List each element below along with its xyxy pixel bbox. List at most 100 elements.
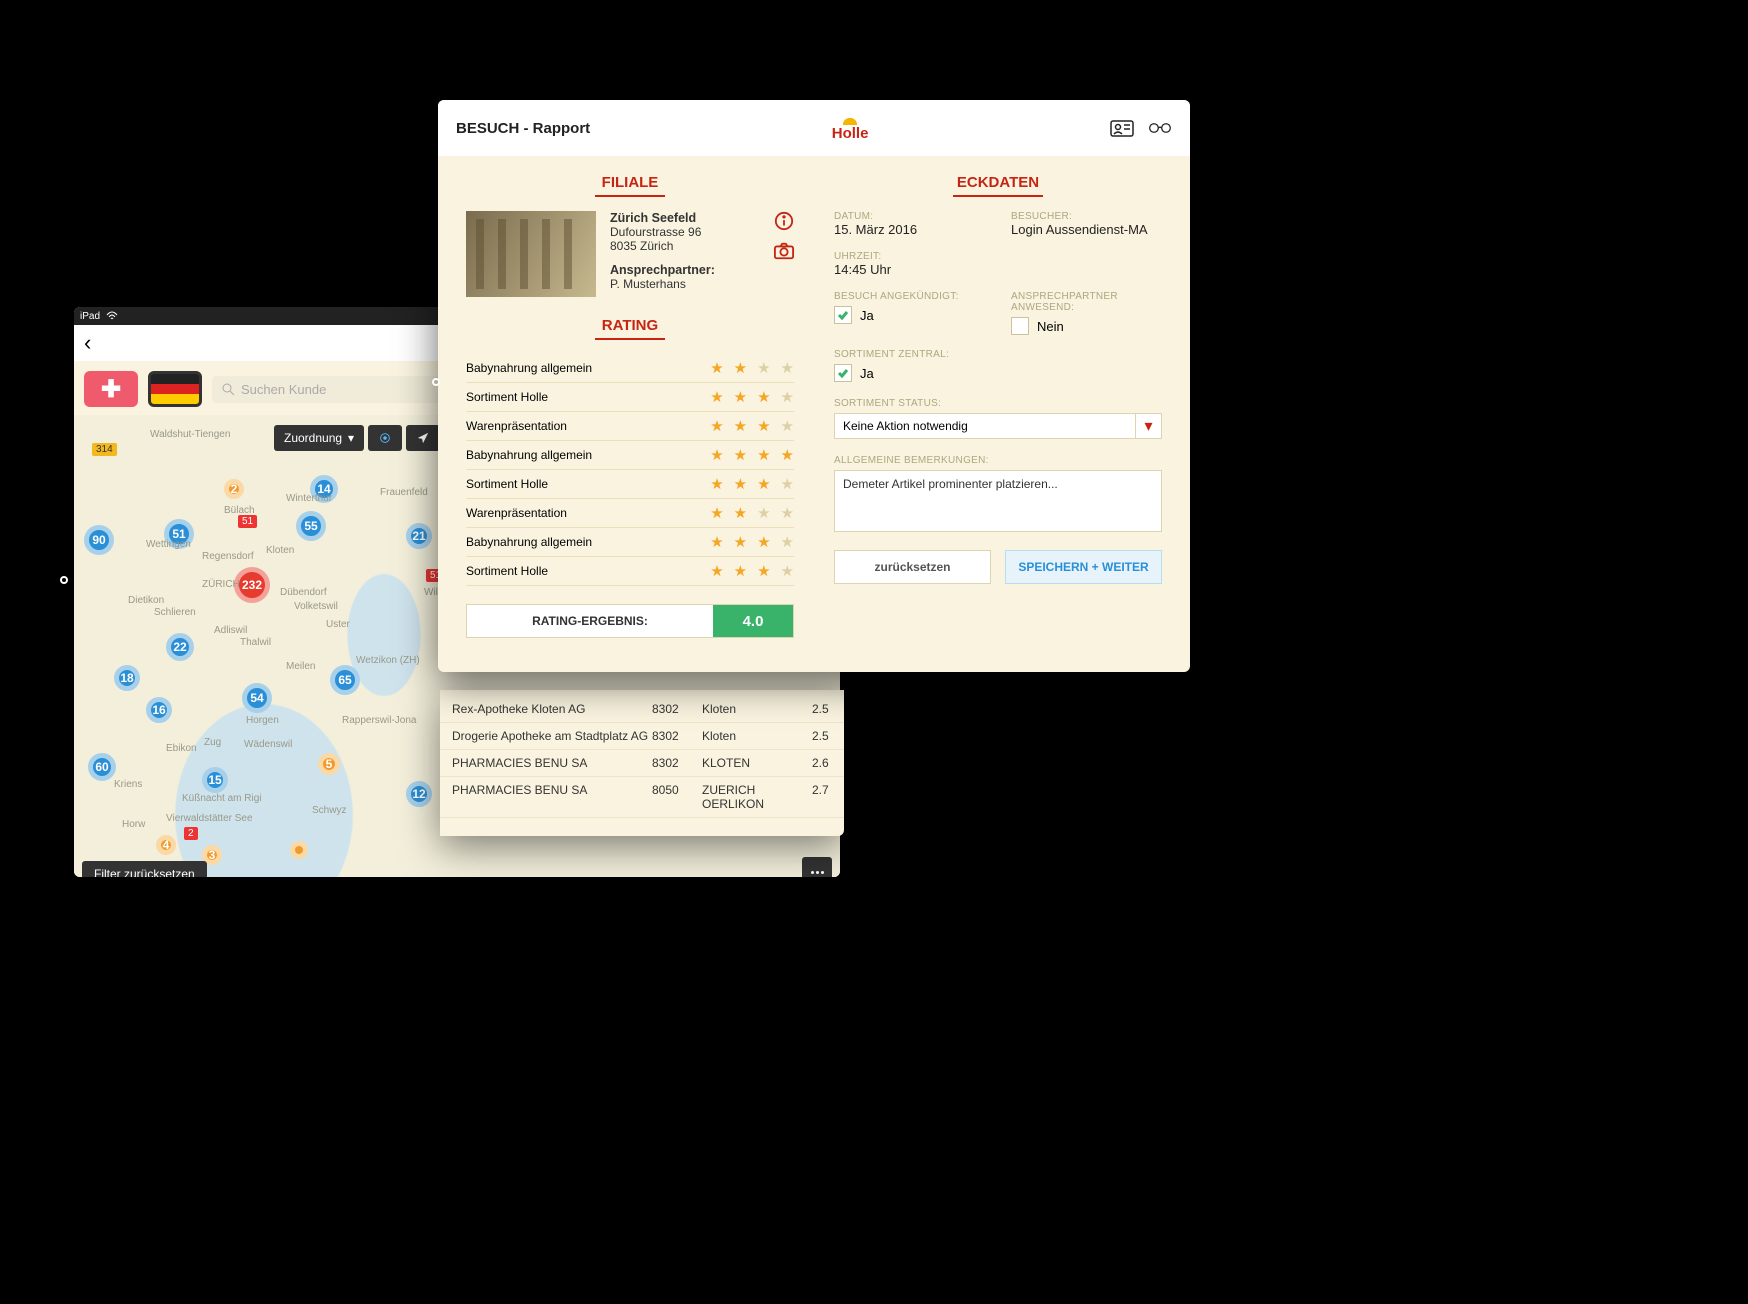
eckdaten-column: ECKDATEN DATUM: 15. März 2016 BESUCHER: … (834, 168, 1162, 638)
checkbox-angekuendigt[interactable] (834, 306, 852, 324)
star-icon[interactable]: ★ (781, 388, 794, 406)
store-photo (466, 211, 596, 297)
info-icon[interactable] (774, 211, 794, 231)
star-icon[interactable]: ★ (757, 533, 770, 551)
sort-dropdown[interactable]: Zuordnung ▾ (274, 425, 364, 451)
list-row[interactable]: PHARMACIES BENU SA8050ZUERICH OERLIKON2.… (440, 777, 844, 818)
star-icon[interactable]: ★ (781, 504, 794, 522)
bemerkungen-textarea[interactable]: Demeter Artikel prominenter platzieren..… (834, 470, 1162, 532)
star-icon[interactable]: ★ (710, 359, 723, 377)
map-cluster[interactable]: 4 (156, 835, 176, 855)
map-place-label: Wädenswil (244, 739, 292, 750)
glasses-icon[interactable] (1148, 118, 1172, 138)
map-cluster[interactable]: 90 (84, 525, 114, 555)
target-icon (378, 431, 392, 445)
star-icon[interactable]: ★ (781, 475, 794, 493)
map-cluster[interactable]: 18 (114, 665, 140, 691)
checkbox-zentral[interactable] (834, 364, 852, 382)
section-filiale-title: FILIALE (595, 174, 665, 197)
star-icon[interactable]: ★ (734, 359, 747, 377)
star-icon[interactable]: ★ (757, 475, 770, 493)
store-city: 8035 Zürich (610, 239, 760, 253)
star-icon[interactable]: ★ (757, 388, 770, 406)
star-icon[interactable]: ★ (734, 533, 747, 551)
id-card-icon[interactable] (1110, 118, 1134, 138)
map-cluster[interactable]: 12 (406, 781, 432, 807)
store-name: Zürich Seefeld (610, 211, 760, 225)
rating-row: Sortiment Holle★★★★ (466, 470, 794, 499)
map-place-label: Schwyz (312, 805, 346, 816)
star-icon[interactable]: ★ (710, 417, 723, 435)
list-row[interactable]: Drogerie Apotheke am Stadtplatz AG8302Kl… (440, 723, 844, 750)
status-select[interactable]: Keine Aktion notwendig ▾ (834, 413, 1162, 439)
device-speaker (432, 378, 440, 386)
map-cluster[interactable]: 54 (242, 683, 272, 713)
map-cluster[interactable]: 5 (318, 753, 340, 775)
row-name: PHARMACIES BENU SA (452, 783, 652, 811)
map-cluster[interactable]: 16 (146, 697, 172, 723)
rating-row: Warenpräsentation★★★★ (466, 499, 794, 528)
star-icon[interactable]: ★ (734, 417, 747, 435)
star-icon[interactable]: ★ (734, 562, 747, 580)
back-chevron-icon[interactable]: ‹ (84, 330, 91, 356)
star-icon[interactable]: ★ (781, 359, 794, 377)
star-icon[interactable]: ★ (757, 504, 770, 522)
anwesend-value: Nein (1037, 319, 1064, 334)
star-icon[interactable]: ★ (710, 446, 723, 464)
map-cluster[interactable]: 60 (88, 753, 116, 781)
star-icon[interactable]: ★ (734, 504, 747, 522)
camera-icon[interactable] (774, 241, 794, 261)
rating-label: Warenpräsentation (466, 419, 567, 433)
bemerkungen-text: Demeter Artikel prominenter platzieren..… (843, 477, 1058, 491)
map-place-label: Küßnacht am Rigi (182, 793, 261, 804)
row-rating: 2.5 (812, 729, 852, 743)
sun-icon (840, 115, 860, 125)
map-place-label: Dübendorf (280, 587, 327, 598)
star-icon[interactable]: ★ (781, 533, 794, 551)
map-cluster[interactable]: 65 (330, 665, 360, 695)
flag-switzerland[interactable]: ✚ (84, 371, 138, 407)
save-continue-button[interactable]: SPEICHERN + WEITER (1005, 550, 1162, 584)
star-icon[interactable]: ★ (734, 388, 747, 406)
filiale-column: FILIALE Zürich Seefeld Dufourstrasse 96 … (466, 168, 794, 638)
map-cluster[interactable]: 22 (166, 633, 194, 661)
reset-filter-button[interactable]: Filter zurücksetzen (82, 861, 207, 877)
star-icon[interactable]: ★ (757, 359, 770, 377)
star-icon[interactable]: ★ (710, 504, 723, 522)
star-icon[interactable]: ★ (781, 446, 794, 464)
map-cluster[interactable]: 55 (296, 511, 326, 541)
target-button[interactable] (368, 425, 402, 451)
flag-germany[interactable] (148, 371, 202, 407)
search-placeholder: Suchen Kunde (241, 382, 326, 397)
star-icon[interactable]: ★ (734, 475, 747, 493)
list-row[interactable]: Rex-Apotheke Kloten AG8302Kloten2.5 (440, 696, 844, 723)
star-icon[interactable]: ★ (710, 475, 723, 493)
list-row[interactable]: PHARMACIES BENU SA8302KLOTEN2.6 (440, 750, 844, 777)
map-place-label: Ebikon (166, 743, 197, 754)
map-place-label: Dietikon (128, 595, 164, 606)
map-cluster[interactable]: 2 (224, 479, 244, 499)
star-icon[interactable]: ★ (710, 562, 723, 580)
map-cluster[interactable]: 15 (202, 767, 228, 793)
reset-button[interactable]: zurücksetzen (834, 550, 991, 584)
row-ort: Kloten (702, 702, 812, 716)
rating-result-value: 4.0 (713, 605, 793, 637)
row-ort: KLOTEN (702, 756, 812, 770)
more-menu-button[interactable] (802, 857, 832, 877)
checkbox-anwesend[interactable] (1011, 317, 1029, 335)
star-icon[interactable]: ★ (757, 562, 770, 580)
rating-label: Babynahrung allgemein (466, 361, 592, 375)
star-icon[interactable]: ★ (757, 446, 770, 464)
map-toolbar: Zuordnung ▾ (274, 425, 440, 451)
star-icon[interactable]: ★ (781, 417, 794, 435)
star-icon[interactable]: ★ (710, 533, 723, 551)
locate-button[interactable] (406, 425, 440, 451)
star-icon[interactable]: ★ (734, 446, 747, 464)
star-icon[interactable]: ★ (710, 388, 723, 406)
star-icon[interactable]: ★ (781, 562, 794, 580)
star-icon[interactable]: ★ (757, 417, 770, 435)
section-rating-title: RATING (595, 317, 665, 340)
map-cluster[interactable] (290, 841, 308, 859)
map-cluster[interactable]: 21 (406, 523, 432, 549)
device-speaker (60, 576, 68, 584)
